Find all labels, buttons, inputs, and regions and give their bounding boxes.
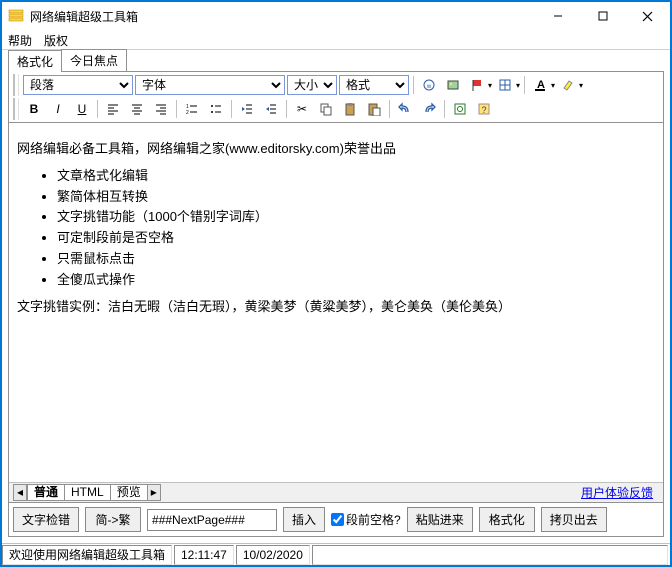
align-right-icon[interactable]	[150, 98, 172, 120]
svg-text:2: 2	[186, 110, 189, 116]
view-tabs: ◂ 普通 HTML 预览 ▸ 用户体验反馈	[9, 482, 663, 502]
list-item: 只需鼠标点击	[57, 249, 655, 270]
copy-icon[interactable]	[315, 98, 337, 120]
main-window: 网络编辑超级工具箱 帮助 版权 格式化 今日焦点 段落 字体 大小 格式 w	[0, 0, 672, 567]
help-icon[interactable]: ?	[473, 98, 495, 120]
tab-preview[interactable]: 预览	[110, 484, 148, 501]
indent-icon[interactable]	[260, 98, 282, 120]
format-select[interactable]: 格式	[339, 75, 409, 95]
table-icon[interactable]	[494, 74, 516, 96]
tab-html[interactable]: HTML	[64, 484, 111, 501]
svg-text:w: w	[426, 84, 432, 90]
main-tabs: 格式化 今日焦点	[8, 52, 664, 72]
tab-today-focus[interactable]: 今日焦点	[61, 49, 127, 71]
status-welcome: 欢迎使用网络编辑超级工具箱	[2, 545, 172, 565]
dropdown-arrow-icon[interactable]: ▾	[579, 81, 583, 90]
paste-text-icon[interactable]	[363, 98, 385, 120]
statusbar: 欢迎使用网络编辑超级工具箱 12:11:47 10/02/2020	[2, 543, 670, 565]
tab-nav-next[interactable]: ▸	[147, 484, 161, 501]
list-item: 繁简体相互转换	[57, 187, 655, 208]
tab-normal[interactable]: 普通	[27, 484, 65, 501]
list-item: 文字挑错功能（1000个错别字词库）	[57, 207, 655, 228]
italic-icon[interactable]: I	[47, 98, 69, 120]
format-button[interactable]: 格式化	[479, 507, 535, 532]
outdent-icon[interactable]	[236, 98, 258, 120]
undo-icon[interactable]	[394, 98, 416, 120]
dropdown-arrow-icon[interactable]: ▾	[551, 81, 555, 90]
list-item: 可定制段前是否空格	[57, 228, 655, 249]
align-left-icon[interactable]	[102, 98, 124, 120]
font-color-icon[interactable]: A	[529, 74, 551, 96]
check-text-button[interactable]: 文字检错	[13, 507, 79, 532]
status-date: 10/02/2020	[236, 545, 310, 565]
editor-content[interactable]: 网络编辑必备工具箱，网络编辑之家(www.editorsky.com)荣誉出品 …	[9, 123, 663, 482]
svg-text:?: ?	[481, 105, 486, 115]
ordered-list-icon[interactable]: 12	[181, 98, 203, 120]
paste-icon[interactable]	[339, 98, 361, 120]
dropdown-arrow-icon[interactable]: ▾	[488, 81, 492, 90]
list-item: 文章格式化编辑	[57, 166, 655, 187]
editor-area: 网络编辑必备工具箱，网络编辑之家(www.editorsky.com)荣誉出品 …	[8, 123, 664, 503]
editor-intro: 网络编辑必备工具箱，网络编辑之家(www.editorsky.com)荣誉出品	[17, 139, 655, 160]
status-spacer	[312, 545, 668, 565]
redo-icon[interactable]	[418, 98, 440, 120]
highlight-icon[interactable]	[557, 74, 579, 96]
tab-format[interactable]: 格式化	[8, 50, 62, 72]
toolbar-handle[interactable]	[13, 74, 19, 96]
editor-example: 文字挑错实例：洁白无暇（洁白无瑕），黄梁美梦（黄粱美梦），美仑美奂（美伦美奂）	[17, 297, 655, 318]
paste-in-button[interactable]: 粘贴进来	[407, 507, 473, 532]
feedback-link[interactable]: 用户体验反馈	[581, 484, 659, 501]
menu-help[interactable]: 帮助	[8, 32, 32, 47]
toolbar: 段落 字体 大小 格式 w ▾ ▾ A ▾ ▾ B I	[8, 72, 664, 123]
tab-nav-prev[interactable]: ◂	[13, 484, 27, 501]
nextpage-input[interactable]	[147, 509, 277, 531]
unordered-list-icon[interactable]	[205, 98, 227, 120]
paragraph-select[interactable]: 段落	[23, 75, 133, 95]
simp-to-trad-button[interactable]: 简->繁	[85, 507, 141, 532]
underline-icon[interactable]: U	[71, 98, 93, 120]
find-icon[interactable]	[449, 98, 471, 120]
size-select[interactable]: 大小	[287, 75, 337, 95]
cut-icon[interactable]: ✂	[291, 98, 313, 120]
flag-icon[interactable]	[466, 74, 488, 96]
maximize-button[interactable]	[580, 2, 625, 30]
image-icon[interactable]	[442, 74, 464, 96]
action-bar: 文字检错 简->繁 插入 段前空格? 粘贴进来 格式化 拷贝出去	[8, 503, 664, 537]
space-before-checkbox[interactable]	[331, 513, 344, 526]
bold-icon[interactable]: B	[23, 98, 45, 120]
list-item: 全傻瓜式操作	[57, 270, 655, 291]
minimize-button[interactable]	[535, 2, 580, 30]
close-button[interactable]	[625, 2, 670, 30]
align-center-icon[interactable]	[126, 98, 148, 120]
space-before-label: 段前空格?	[346, 511, 401, 528]
copy-out-button[interactable]: 拷贝出去	[541, 507, 607, 532]
insert-button[interactable]: 插入	[283, 507, 325, 532]
menu-copyright[interactable]: 版权	[44, 32, 68, 47]
status-time: 12:11:47	[174, 545, 234, 565]
toolbar-handle[interactable]	[13, 98, 19, 120]
window-title: 网络编辑超级工具箱	[30, 8, 535, 25]
space-before-checkbox-wrap: 段前空格?	[331, 511, 401, 528]
web-icon[interactable]: w	[418, 74, 440, 96]
feature-list: 文章格式化编辑 繁简体相互转换 文字挑错功能（1000个错别字词库） 可定制段前…	[57, 166, 655, 291]
app-icon	[8, 8, 24, 24]
dropdown-arrow-icon[interactable]: ▾	[516, 81, 520, 90]
font-select[interactable]: 字体	[135, 75, 285, 95]
menubar: 帮助 版权	[2, 30, 670, 50]
titlebar: 网络编辑超级工具箱	[2, 2, 670, 30]
